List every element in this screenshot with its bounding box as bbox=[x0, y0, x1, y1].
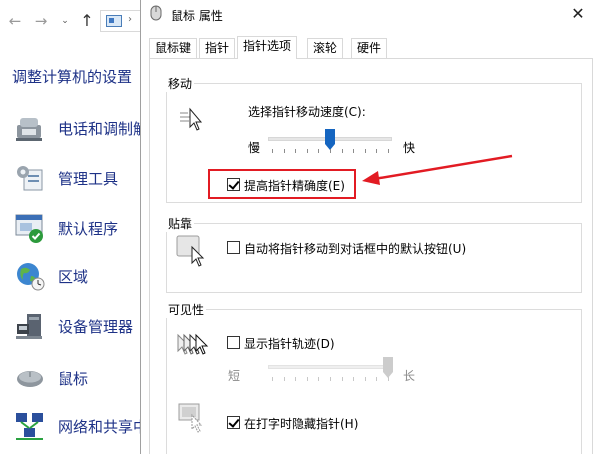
close-button[interactable]: ✕ bbox=[561, 0, 595, 30]
control-panel-item-label: 管理工具 bbox=[58, 170, 119, 188]
slider-tick bbox=[295, 377, 297, 381]
default-programs-icon bbox=[15, 214, 43, 243]
pointer-options-panel: 移动 选择指针移动速度(C): 慢 快 提高指针精确度(E) 贴靠 自动将指针移… bbox=[149, 58, 593, 454]
control-panel-item-default-programs[interactable]: 默认程序 bbox=[14, 212, 150, 246]
control-panel-heading: 调整计算机的设置 bbox=[12, 68, 133, 86]
speed-label: 选择指针移动速度(C): bbox=[248, 105, 366, 119]
chevron-right-icon: › bbox=[128, 14, 132, 25]
tab-strip: 鼠标键 指针 指针选项 滚轮 硬件 bbox=[149, 36, 589, 59]
control-panel-item-label: 区域 bbox=[58, 268, 89, 286]
dialog-title: 鼠标 属性 bbox=[171, 9, 223, 23]
highlight-box bbox=[208, 169, 356, 199]
control-panel-item-mouse[interactable]: 鼠标 bbox=[14, 362, 150, 396]
recent-locations-chevron-icon[interactable]: ⌄ bbox=[56, 12, 74, 30]
control-panel-item-label: 网络和共享中 bbox=[58, 418, 149, 436]
slider-tick bbox=[388, 377, 389, 381]
visibility-group-title: 可见性 bbox=[166, 301, 207, 318]
trails-slider-thumb bbox=[383, 357, 393, 378]
device-manager-icon bbox=[16, 314, 42, 339]
control-panel-icon bbox=[106, 15, 122, 27]
control-panel-item-device-manager[interactable]: 设备管理器 bbox=[14, 310, 150, 344]
short-label: 短 bbox=[228, 369, 241, 383]
trails-slider-track bbox=[268, 365, 392, 369]
back-arrow-icon[interactable]: ← bbox=[6, 12, 24, 30]
tab-wheel[interactable]: 滚轮 bbox=[307, 38, 344, 59]
control-panel-item-network[interactable]: 网络和共享中 bbox=[14, 410, 150, 444]
snap-to-group bbox=[166, 223, 582, 293]
slider-tick bbox=[318, 149, 320, 153]
phone-modem-icon bbox=[16, 118, 42, 141]
hide-while-typing-checkbox[interactable] bbox=[227, 416, 240, 429]
snap-to-group-title: 贴靠 bbox=[166, 215, 195, 232]
hide-pointer-icon bbox=[178, 403, 203, 433]
control-panel-item-phone-modem[interactable]: 电话和调制解 bbox=[14, 112, 150, 146]
control-panel-item-admin-tools[interactable]: 管理工具 bbox=[14, 162, 150, 196]
tab-pointers[interactable]: 指针 bbox=[199, 38, 236, 59]
slider-tick bbox=[318, 377, 320, 381]
slider-tick bbox=[306, 149, 308, 153]
slider-tick bbox=[272, 377, 273, 381]
mouse-properties-dialog: 鼠标 属性 ✕ 鼠标键 指针 指针选项 滚轮 硬件 移动 选择指针移动速度(C)… bbox=[140, 0, 600, 454]
navigation-toolbar: ← → ⌄ ↑ › bbox=[0, 0, 150, 42]
up-arrow-icon[interactable]: ↑ bbox=[78, 12, 96, 30]
slider-tick bbox=[295, 149, 297, 153]
snap-to-label[interactable]: 自动将指针移动到对话框中的默认按钮(U) bbox=[244, 240, 466, 257]
tab-hardware[interactable]: 硬件 bbox=[351, 38, 388, 59]
pointer-trails-checkbox[interactable] bbox=[227, 336, 240, 349]
slider-tick bbox=[353, 149, 355, 153]
slider-tick bbox=[330, 377, 331, 381]
control-panel-item-label: 电话和调制解 bbox=[58, 120, 149, 138]
region-globe-icon bbox=[17, 263, 45, 291]
slider-tick bbox=[341, 377, 343, 381]
control-panel-item-label: 设备管理器 bbox=[58, 318, 134, 336]
admin-tools-icon bbox=[17, 166, 43, 191]
slider-tick bbox=[306, 377, 308, 381]
slider-tick bbox=[283, 377, 285, 381]
mouse-icon bbox=[17, 371, 43, 387]
slider-tick bbox=[283, 149, 285, 153]
snap-to-icon bbox=[176, 235, 205, 267]
control-panel-item-label: 默认程序 bbox=[58, 220, 119, 238]
tab-buttons[interactable]: 鼠标键 bbox=[149, 38, 198, 59]
slider-tick bbox=[364, 377, 366, 381]
mouse-title-icon bbox=[150, 5, 162, 21]
slider-tick bbox=[341, 149, 343, 153]
control-panel-item-label: 鼠标 bbox=[58, 370, 89, 388]
annotation-arrow-icon bbox=[362, 154, 513, 185]
slider-tick bbox=[376, 377, 378, 381]
slow-label: 慢 bbox=[248, 141, 261, 155]
long-label: 长 bbox=[403, 369, 416, 383]
pointer-speed-icon bbox=[180, 107, 203, 131]
motion-group-title: 移动 bbox=[166, 75, 195, 92]
forward-arrow-icon[interactable]: → bbox=[32, 12, 50, 30]
slider-tick bbox=[330, 149, 331, 153]
tab-pointer-options[interactable]: 指针选项 bbox=[237, 36, 298, 59]
slider-tick bbox=[272, 149, 273, 153]
speed-slider-thumb[interactable] bbox=[325, 129, 335, 151]
slider-tick bbox=[353, 377, 355, 381]
snap-to-checkbox[interactable] bbox=[227, 241, 240, 254]
dialog-titlebar[interactable]: 鼠标 属性 ✕ bbox=[141, 0, 600, 30]
hide-while-typing-label[interactable]: 在打字时隐藏指针(H) bbox=[244, 415, 358, 432]
pointer-trails-icon bbox=[177, 333, 209, 355]
control-panel-item-region[interactable]: 区域 bbox=[14, 260, 150, 294]
pointer-trails-label[interactable]: 显示指针轨迹(D) bbox=[244, 335, 335, 352]
control-panel-window: ← → ⌄ ↑ › 调整计算机的设置 电话和调制解 管理工具 默认程序 区域 设… bbox=[0, 0, 150, 454]
network-icon bbox=[16, 413, 43, 440]
